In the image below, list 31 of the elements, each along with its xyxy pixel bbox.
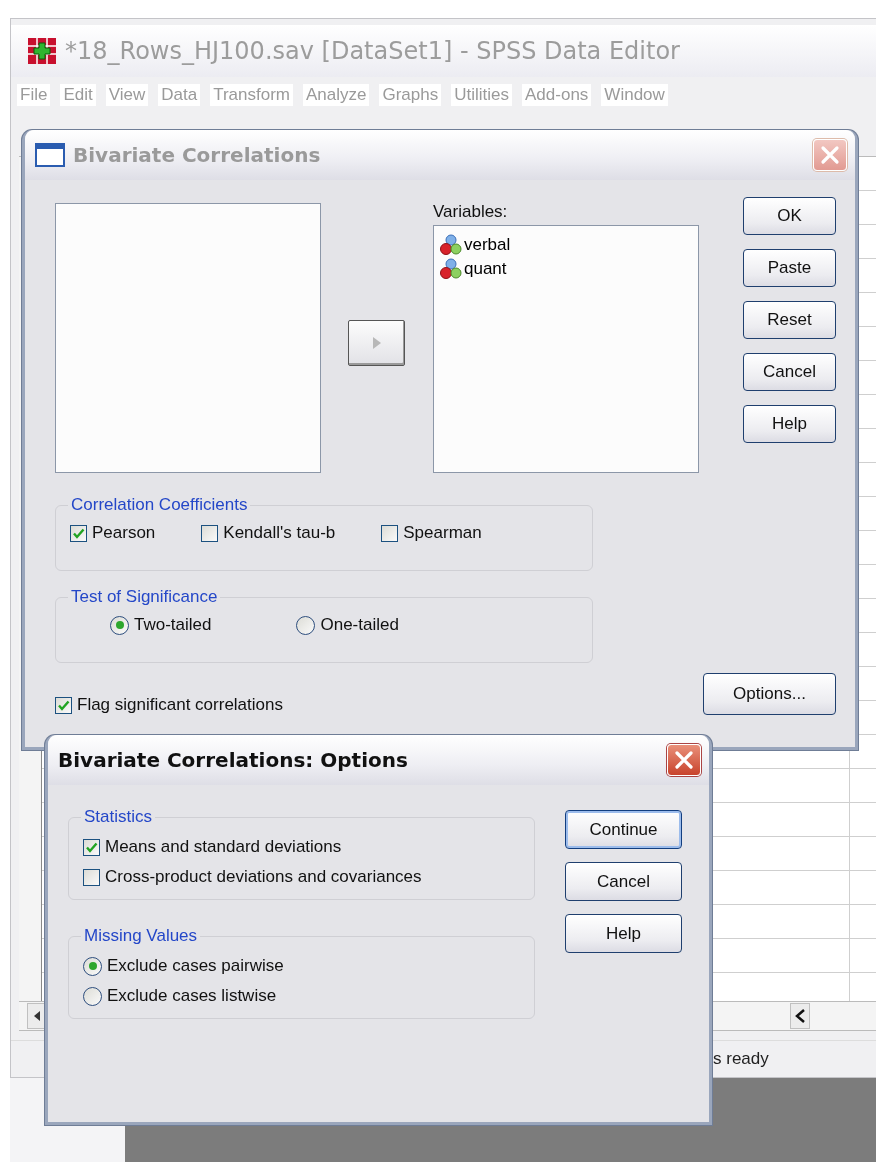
radio-label[interactable]: Exclude cases listwise: [107, 986, 277, 1006]
radio-label[interactable]: Two-tailed: [134, 615, 212, 635]
checkbox-label[interactable]: Kendall's tau-b: [223, 523, 336, 543]
group-label: Missing Values: [83, 926, 199, 946]
group-label: Correlation Coefficients: [70, 495, 249, 515]
radio-label[interactable]: Exclude cases pairwise: [107, 956, 284, 976]
dialog-button[interactable]: Reset: [743, 301, 836, 339]
group-label: Statistics: [83, 807, 154, 827]
checkbox-label[interactable]: Pearson: [92, 523, 156, 543]
checkbox-label[interactable]: Means and standard deviations: [105, 837, 342, 857]
variables-list[interactable]: verbal quant: [433, 225, 699, 473]
variable-name[interactable]: verbal: [464, 235, 511, 255]
dialog-button[interactable]: Cancel: [565, 862, 682, 901]
dialog-button[interactable]: Paste: [743, 249, 836, 287]
dialog-title: Bivariate Correlations: [73, 143, 322, 167]
dialog-button[interactable]: Cancel: [743, 353, 836, 391]
variables-label: Variables:: [433, 203, 509, 223]
window-title: *18_Rows_HJ100.sav [DataSet1] - SPSS Data Editor: [65, 37, 680, 65]
group-label: Test of Significance: [70, 587, 219, 607]
status-text: s ready: [713, 1049, 769, 1069]
dialog-button[interactable]: Help: [743, 405, 836, 443]
checkbox-label[interactable]: Spearman: [403, 523, 482, 543]
radio-label[interactable]: One-tailed: [320, 615, 399, 635]
dialog-button[interactable]: Help: [565, 914, 682, 953]
dialog-title: Bivariate Correlations: Options: [58, 748, 409, 772]
variable-name[interactable]: quant: [464, 259, 507, 279]
dialog-button[interactable]: OK: [743, 197, 836, 235]
checkbox-label[interactable]: Cross-product deviations and covariances: [105, 867, 422, 887]
options-button[interactable]: Options...: [703, 673, 836, 715]
checkbox-label[interactable]: Flag significant correlations: [77, 695, 283, 715]
dialog-button[interactable]: Continue: [565, 810, 682, 849]
